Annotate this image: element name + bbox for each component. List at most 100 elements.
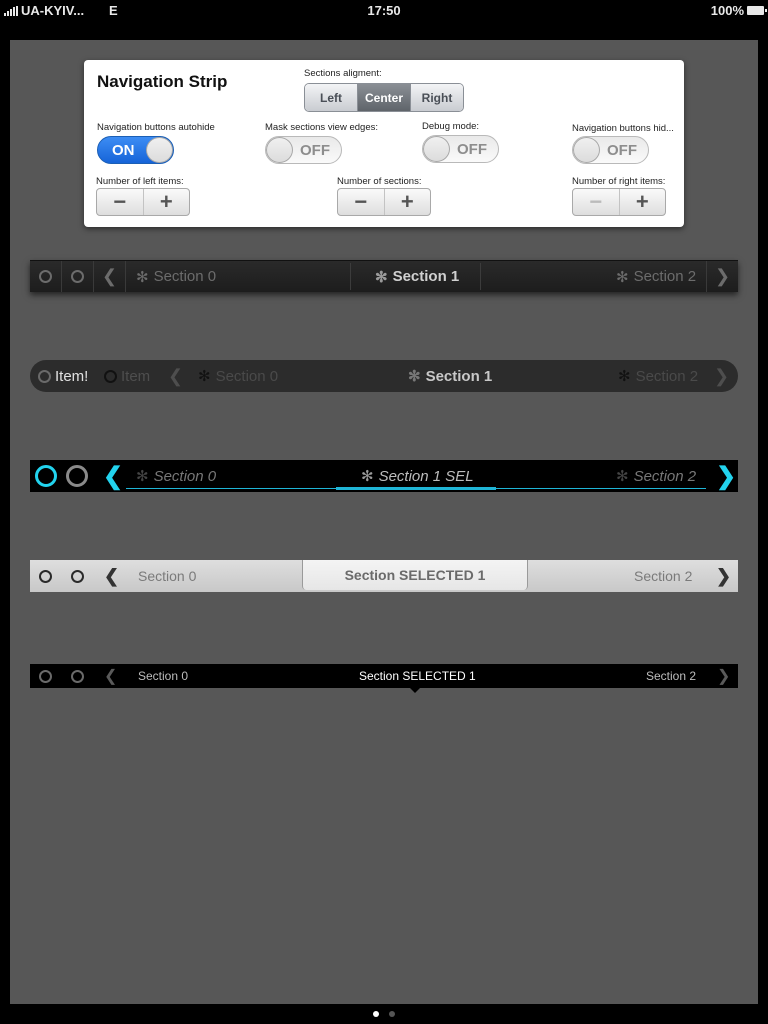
item-label: Item — [121, 367, 151, 385]
circle-icon — [71, 669, 84, 683]
next-section-button[interactable]: ❯ — [716, 560, 731, 592]
page-dot[interactable] — [389, 1011, 395, 1017]
page-dot-active[interactable] — [373, 1011, 379, 1017]
asterisk-icon: ✻ — [616, 468, 629, 485]
section-tab[interactable]: Section 2 — [646, 664, 696, 688]
circle-icon — [104, 369, 117, 383]
section-tab[interactable]: ✻ Section 0 — [198, 360, 278, 392]
section-tab[interactable]: ✻ Section 0 — [136, 261, 216, 292]
mask-edges-toggle[interactable]: OFF — [265, 136, 342, 164]
left-item-button[interactable] — [30, 261, 62, 292]
alignment-right-button[interactable]: Right — [411, 84, 463, 111]
circle-icon — [71, 270, 84, 283]
section-tab-selected[interactable]: Section SELECTED 1 — [359, 664, 476, 688]
debug-mode-toggle[interactable]: OFF — [422, 135, 499, 163]
page-control[interactable] — [0, 1004, 768, 1024]
mask-edges-label: Mask sections view edges: — [265, 122, 378, 133]
next-section-button[interactable]: ❯ — [706, 261, 738, 292]
sections-label: Number of sections: — [337, 176, 422, 187]
left-item-button[interactable] — [39, 560, 52, 592]
section-label: Section 0 — [153, 268, 217, 285]
left-item-button[interactable] — [66, 460, 88, 492]
section-label: Section 2 — [635, 367, 699, 385]
chevron-left-icon: ❮ — [101, 266, 118, 286]
sections-decrement-button[interactable]: − — [338, 189, 385, 215]
section-tab[interactable]: Section 0 — [138, 560, 196, 592]
left-item-button[interactable] — [62, 261, 94, 292]
battery-percent: 100% — [710, 3, 744, 18]
left-items-decrement-button[interactable]: − — [97, 189, 144, 215]
right-items-label: Number of right items: — [572, 176, 666, 187]
section-label: Section SELECTED 1 — [344, 567, 486, 583]
chevron-left-icon: ❮ — [168, 365, 184, 386]
toggle-state: ON — [112, 142, 135, 159]
circle-icon — [71, 569, 84, 583]
settings-panel: Navigation Strip Sections aligment: Left… — [84, 60, 684, 227]
panel-title: Navigation Strip — [97, 72, 228, 91]
previous-section-button[interactable]: ❮ — [104, 560, 119, 592]
right-items-stepper: − + — [572, 188, 666, 216]
section-tab[interactable]: ✻ Section 2 — [616, 261, 696, 292]
previous-section-button[interactable]: ❮ — [103, 460, 123, 492]
left-item-button[interactable] — [39, 664, 52, 688]
navigation-strip-dark: ❮ ✻ Section 0 ✻ Section 1 ✻ Section 2 ❯ — [30, 260, 738, 292]
chevron-right-icon: ❯ — [717, 668, 731, 685]
asterisk-icon: ✻ — [136, 468, 149, 485]
navigation-strip-minimal: ❮ Section 0 Section SELECTED 1 Section 2… — [30, 664, 738, 693]
toggle-knob — [146, 137, 173, 163]
asterisk-icon: ✻ — [136, 268, 149, 286]
circle-icon — [35, 465, 57, 487]
sections-increment-button[interactable]: + — [385, 189, 431, 215]
section-tab-selected[interactable]: Section SELECTED 1 — [302, 560, 528, 590]
section-tab-selected[interactable]: ✻ Section 1 — [375, 261, 459, 292]
next-section-button[interactable]: ❯ — [714, 360, 729, 392]
autohide-label: Navigation buttons autohide — [97, 122, 215, 133]
next-section-button[interactable]: ❯ — [717, 664, 730, 688]
section-tab[interactable]: Section 2 — [634, 560, 692, 592]
debug-mode-label: Debug mode: — [422, 121, 480, 132]
toggle-knob — [266, 137, 293, 163]
battery-status: 100% — [710, 3, 767, 18]
section-label: Section 0 — [215, 367, 279, 385]
section-divider — [480, 263, 481, 290]
nav-buttons-hide-toggle[interactable]: OFF — [572, 136, 649, 164]
clock: 17:50 — [367, 3, 401, 18]
section-label: Section 0 — [138, 568, 197, 584]
chevron-left-icon: ❮ — [104, 565, 120, 586]
chevron-right-icon: ❯ — [714, 365, 730, 386]
section-tab[interactable]: Section 0 — [138, 664, 188, 688]
left-item-button[interactable] — [35, 460, 57, 492]
asterisk-icon: ✻ — [408, 368, 421, 385]
asterisk-icon: ✻ — [375, 268, 388, 286]
autohide-toggle[interactable]: ON — [97, 136, 174, 164]
previous-section-button[interactable]: ❮ — [104, 664, 117, 688]
section-tab[interactable]: ✻ Section 2 — [618, 360, 698, 392]
asterisk-icon: ✻ — [198, 368, 211, 385]
alignment-label: Sections aligment: — [304, 68, 382, 79]
right-items-decrement-button[interactable]: − — [573, 189, 620, 215]
alignment-left-button[interactable]: Left — [305, 84, 358, 111]
chevron-right-icon: ❯ — [714, 266, 731, 286]
selection-indicator — [336, 487, 496, 490]
left-item-button[interactable]: Item — [104, 360, 150, 392]
left-item-button[interactable] — [71, 664, 84, 688]
previous-section-button[interactable]: ❮ — [168, 360, 183, 392]
section-label: Section 2 — [633, 467, 697, 485]
navigation-strip-light: ❮ Section 0 Section SELECTED 1 Section 2… — [30, 560, 738, 592]
navigation-strip-cyan: ❮ ✻ Section 0 ✻ Section 1 SEL ✻ Section … — [30, 460, 738, 492]
sections-stepper: − + — [337, 188, 431, 216]
section-label: Section SELECTED 1 — [359, 669, 476, 683]
alignment-segmented-control: Left Center Right — [304, 83, 464, 112]
toggle-knob — [423, 136, 450, 162]
right-items-increment-button[interactable]: + — [620, 189, 666, 215]
next-section-button[interactable]: ❯ — [716, 460, 736, 492]
chevron-left-icon: ❮ — [103, 462, 124, 490]
left-item-button[interactable] — [71, 560, 84, 592]
left-items-increment-button[interactable]: + — [144, 189, 190, 215]
previous-section-button[interactable]: ❮ — [94, 261, 126, 292]
left-item-button[interactable]: Item! — [38, 360, 88, 392]
nav-buttons-hide-label: Navigation buttons hid... — [572, 123, 674, 134]
item-label: Item! — [55, 367, 89, 385]
alignment-center-button[interactable]: Center — [358, 84, 411, 111]
section-tab-selected[interactable]: ✻ Section 1 — [408, 360, 492, 392]
